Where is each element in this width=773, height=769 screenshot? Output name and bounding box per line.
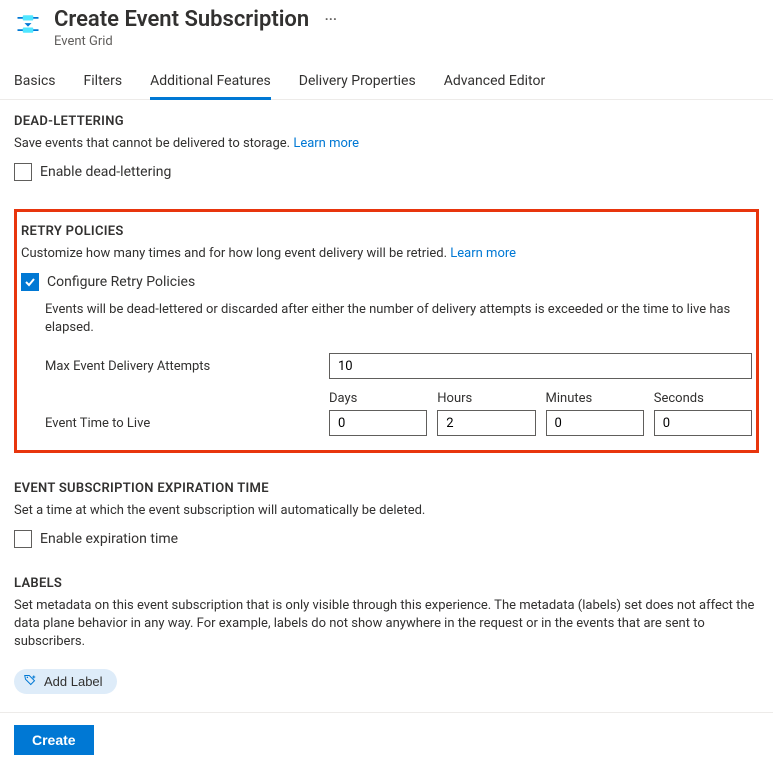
more-icon[interactable]: ··· — [325, 12, 337, 28]
create-button[interactable]: Create — [14, 725, 94, 755]
add-label-button[interactable]: Add Label — [14, 669, 117, 694]
page-subtitle: Event Grid — [54, 34, 759, 49]
input-ttl-days[interactable] — [329, 410, 427, 436]
section-title-retry-policies: RETRY POLICIES — [21, 224, 752, 239]
label-event-ttl: Event Time to Live — [45, 416, 329, 436]
input-ttl-minutes[interactable] — [546, 410, 644, 436]
section-expiration: EVENT SUBSCRIPTION EXPIRATION TIME Set a… — [14, 481, 759, 548]
tab-additional-features[interactable]: Additional Features — [150, 67, 271, 100]
ttl-hours-label: Hours — [437, 391, 535, 406]
section-desc-expiration: Set a time at which the event subscripti… — [14, 502, 759, 520]
tab-filters[interactable]: Filters — [84, 67, 123, 100]
footer: Create — [0, 712, 773, 769]
tag-plus-icon — [24, 674, 36, 689]
section-retry-policies-highlighted: RETRY POLICIES Customize how many times … — [14, 209, 759, 453]
checkbox-label-dead-lettering: Enable dead-lettering — [40, 164, 171, 180]
page-header: Create Event Subscription ··· Event Grid — [0, 0, 773, 53]
learn-more-retry-policies[interactable]: Learn more — [450, 246, 516, 261]
checkbox-label-retry-policies: Configure Retry Policies — [47, 274, 195, 290]
input-ttl-hours[interactable] — [437, 410, 535, 436]
checkbox-enable-dead-lettering[interactable] — [14, 163, 32, 181]
checkbox-configure-retry-policies[interactable] — [21, 273, 39, 291]
section-title-expiration: EVENT SUBSCRIPTION EXPIRATION TIME — [14, 481, 759, 496]
section-labels: LABELS Set metadata on this event subscr… — [14, 576, 759, 694]
retry-note: Events will be dead-lettered or discarde… — [45, 301, 752, 337]
page-title: Create Event Subscription ··· — [54, 6, 759, 34]
event-grid-icon — [14, 10, 42, 38]
ttl-minutes-label: Minutes — [546, 391, 644, 406]
input-max-attempts[interactable] — [329, 353, 752, 379]
ttl-days-label: Days — [329, 391, 427, 406]
checkbox-enable-expiration[interactable] — [14, 530, 32, 548]
label-max-attempts: Max Event Delivery Attempts — [45, 359, 329, 374]
ttl-seconds-label: Seconds — [654, 391, 752, 406]
input-ttl-seconds[interactable] — [654, 410, 752, 436]
tab-basics[interactable]: Basics — [14, 67, 56, 100]
checkbox-label-expiration: Enable expiration time — [40, 531, 178, 547]
section-title-labels: LABELS — [14, 576, 759, 591]
section-desc-dead-lettering: Save events that cannot be delivered to … — [14, 135, 759, 153]
learn-more-dead-lettering[interactable]: Learn more — [293, 136, 359, 151]
section-title-dead-lettering: DEAD-LETTERING — [14, 114, 759, 129]
tab-delivery-properties[interactable]: Delivery Properties — [299, 67, 416, 100]
tabs: Basics Filters Additional Features Deliv… — [0, 67, 773, 100]
tab-advanced-editor[interactable]: Advanced Editor — [444, 67, 545, 100]
section-desc-retry-policies: Customize how many times and for how lon… — [21, 245, 752, 263]
section-dead-lettering: DEAD-LETTERING Save events that cannot b… — [14, 114, 759, 181]
section-desc-labels: Set metadata on this event subscription … — [14, 597, 759, 651]
